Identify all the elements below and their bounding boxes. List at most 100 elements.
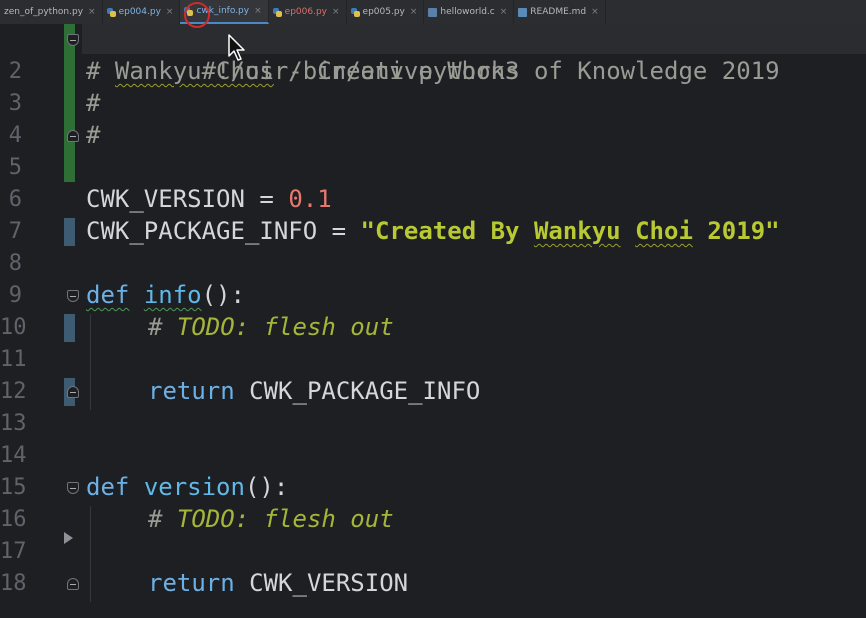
line-number: 2: [8, 59, 22, 84]
line-number: 7: [8, 219, 22, 244]
identifier-token: CWK_PACKAGE_INFO: [234, 377, 481, 405]
close-icon[interactable]: ×: [88, 7, 96, 17]
code-line-2: # Wankyu Choi - Creative Works of Knowle…: [86, 55, 780, 87]
close-icon[interactable]: ×: [254, 6, 262, 16]
operator-token: =: [244, 185, 289, 213]
tab-label: ep004.py: [118, 7, 161, 17]
vcs-modified-line-marker[interactable]: [64, 218, 75, 246]
line-number: 10: [0, 315, 27, 340]
indent-guide: [90, 314, 91, 410]
line-number: 15: [0, 475, 27, 500]
keyword-token: return: [148, 569, 235, 597]
string-token: Wankyu: [533, 217, 621, 245]
fold-toggle-icon[interactable]: [67, 482, 79, 494]
punctuation-token: ():: [244, 473, 289, 501]
code-line-7: CWK_PACKAGE_INFO = "Created By Wankyu Ch…: [86, 215, 780, 247]
tab-label: ep006.py: [284, 7, 327, 17]
fold-toggle-icon[interactable]: [67, 578, 79, 590]
code-editor[interactable]: 2 3 4 5 6 7 8 9 10 11 12 13 14 15 16 17 …: [0, 24, 866, 618]
line-number: 6: [8, 187, 22, 212]
editor-gutter[interactable]: 2 3 4 5 6 7 8 9 10 11 12 13 14 15 16 17 …: [0, 24, 82, 618]
mouse-pointer-icon: [228, 34, 245, 61]
line-number: 13: [0, 411, 27, 436]
vcs-modified-line-marker[interactable]: [64, 314, 75, 342]
comment-token: #: [148, 313, 177, 341]
tab-ep006[interactable]: ep006.py ×: [269, 0, 347, 24]
fold-toggle-icon[interactable]: [67, 34, 79, 46]
string-token: "Created By: [360, 217, 534, 245]
operator-token: =: [317, 217, 361, 245]
play-arrow-icon[interactable]: [64, 532, 73, 544]
identifier-token: CWK_VERSION: [86, 185, 245, 213]
todo-comment-token: TODO: flesh out: [176, 505, 394, 533]
line-number: 4: [8, 123, 22, 148]
comment-token: #: [86, 89, 101, 117]
string-token: 2019": [692, 217, 780, 245]
close-icon[interactable]: ×: [166, 7, 174, 17]
tab-label: README.md: [530, 7, 587, 17]
function-name-token: version: [143, 473, 245, 501]
line-number: 14: [0, 443, 27, 468]
tab-label: helloworld.c: [440, 7, 495, 17]
close-icon[interactable]: ×: [332, 7, 340, 17]
line-number: 18: [0, 571, 27, 596]
tab-ep004[interactable]: ep004.py ×: [103, 0, 181, 24]
markdown-file-icon: [518, 7, 528, 17]
python-file-icon: [106, 7, 116, 17]
close-icon[interactable]: ×: [500, 7, 508, 17]
python-file-icon: [350, 7, 360, 17]
fold-toggle-icon[interactable]: [67, 290, 79, 302]
fold-toggle-icon[interactable]: [67, 130, 79, 142]
code-line-10: # TODO: flesh out: [148, 311, 394, 343]
identifier-token: CWK_PACKAGE_INFO: [86, 217, 318, 245]
editor-tab-bar: zen_of_python.py × ep004.py × cwk_info.p…: [0, 0, 866, 25]
todo-comment-token: TODO: flesh out: [176, 313, 394, 341]
c-file-icon: [428, 7, 438, 17]
line-number: 5: [8, 155, 22, 180]
click-highlight-ring: [184, 2, 210, 28]
identifier-token: CWK_VERSION: [234, 569, 409, 597]
python-file-icon: [272, 7, 282, 17]
comment-token: Wankyu Choi: [114, 57, 274, 85]
code-line-9: def info():: [86, 279, 245, 311]
close-icon[interactable]: ×: [410, 7, 418, 17]
code-line-3: #: [86, 87, 100, 119]
tab-helloworld[interactable]: helloworld.c ×: [424, 0, 515, 24]
comment-token: #: [86, 121, 101, 149]
tab-zen-of-python[interactable]: zen_of_python.py ×: [0, 0, 103, 24]
function-name-token: info: [143, 281, 202, 309]
code-line-15: def version():: [86, 471, 288, 503]
line-number: 16: [0, 507, 27, 532]
close-icon[interactable]: ×: [591, 7, 599, 17]
code-line-6: CWK_VERSION = 0.1: [86, 183, 332, 215]
line-number: 17: [0, 539, 27, 564]
tab-label: ep005.py: [362, 7, 405, 17]
tab-label: zen_of_python.py: [4, 7, 84, 17]
punctuation-token: ():: [201, 281, 245, 309]
comment-token: - Creative Works of Knowledge 2019: [273, 57, 780, 85]
comment-token: #: [86, 57, 115, 85]
fold-toggle-icon[interactable]: [67, 386, 79, 398]
line-number: 12: [0, 379, 27, 404]
keyword-token: def: [86, 281, 130, 309]
code-line-18: return CWK_VERSION: [148, 567, 408, 599]
keyword-token: def: [86, 473, 130, 501]
indent-guide: [90, 506, 91, 602]
vcs-added-lines-marker[interactable]: [64, 24, 75, 182]
string-token: Choi: [635, 217, 693, 245]
number-token: 0.1: [288, 185, 332, 213]
comment-token: #: [148, 505, 177, 533]
ide-window: zen_of_python.py × ep004.py × cwk_info.p…: [0, 0, 866, 618]
line-number: 9: [8, 283, 22, 308]
tab-readme[interactable]: README.md ×: [514, 0, 606, 24]
code-line-4: #: [86, 119, 100, 151]
code-line-1: #!/usr/bin/env python3: [86, 23, 520, 85]
line-number: 3: [8, 91, 22, 116]
tab-ep005[interactable]: ep005.py ×: [347, 0, 425, 24]
line-number: 8: [8, 251, 22, 276]
code-line-16: # TODO: flesh out: [148, 503, 394, 535]
string-token: [621, 217, 635, 245]
line-number: 11: [0, 347, 27, 372]
code-line-12: return CWK_PACKAGE_INFO: [148, 375, 480, 407]
keyword-token: return: [148, 377, 235, 405]
